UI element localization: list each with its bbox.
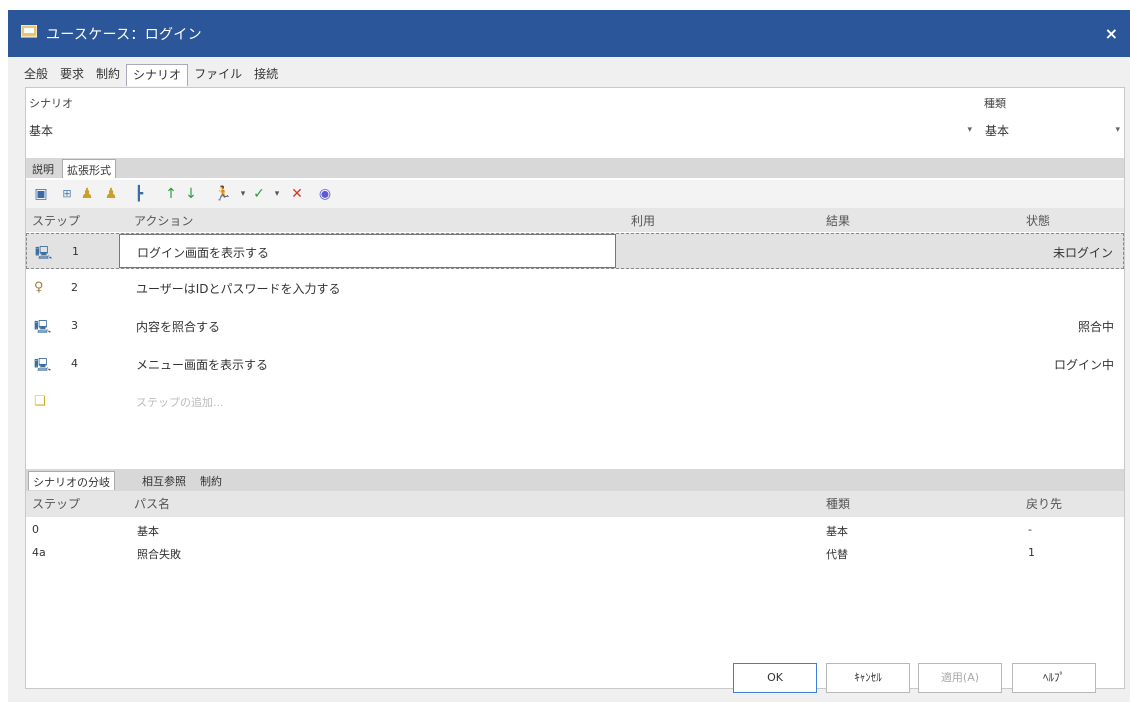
header-path-name: パス名 [134,497,171,511]
path-kind: 代替 [826,548,848,561]
usecase-app-icon [21,25,37,38]
tab-files[interactable]: ファイル [188,64,248,86]
header-step: ステップ [32,497,81,511]
table-row[interactable]: ♀ 2 ユーザーはIDとパスワードを入力する [26,270,1124,306]
steps-table-header: ステップ アクション 利用 結果 状態 [26,208,1124,232]
add-step-placeholder: ステップの追加... [136,396,224,409]
steps-toolbar: ▣ ⊞ ♟ ♟ ┣ ↑ ↓ 🏃 ▾ ✓ ▾ ✕ ◉ [26,180,1124,208]
step-state: ログイン中 [1053,358,1114,372]
step-number: 1 [72,245,79,258]
remove-user-icon[interactable]: ♟ [102,185,120,203]
save-icon[interactable]: ▣ [32,185,50,203]
sub-tabs: 説明 拡張形式 [26,158,1124,178]
system-icon: 🖳 [34,320,52,335]
scenario-value: 基本 [29,124,54,138]
path-step: 4a [32,546,46,559]
add-user-icon[interactable]: ♟ [78,185,96,203]
tab-extended-format[interactable]: 拡張形式 [62,159,116,178]
title-bar: ユースケース：ログイン × [8,10,1130,57]
path-name: 基本 [137,525,159,538]
tab-connections[interactable]: 接続 [248,64,284,86]
table-row[interactable]: 0 基本 基本 - [26,520,1124,542]
path-return: 1 [1028,546,1035,559]
top-tabs: 全般 要求 制約 シナリオ ファイル 接続 [18,64,284,86]
system-icon: 🖳 [35,246,53,261]
system-icon: 🖳 [34,358,52,373]
delete-icon[interactable]: ✕ [288,185,306,203]
tab-general[interactable]: 全般 [18,64,54,86]
kind-value: 基本 [985,124,1010,138]
kind-select[interactable]: 基本 ▾ [984,120,1124,140]
actor-icon[interactable]: 🏃 [214,185,232,203]
step-action: ユーザーはIDとパスワードを入力する [136,282,341,296]
circle-icon[interactable]: ◉ [316,185,334,203]
chevron-down-icon: ▾ [967,125,972,135]
path-name: 照合失敗 [137,548,181,561]
hierarchy-icon[interactable]: ┣ [130,185,148,203]
step-state: 未ログイン [1052,246,1113,260]
header-step: ステップ [32,214,81,228]
tab-scenario-branches[interactable]: シナリオの分岐 [28,471,115,490]
table-row[interactable]: 🖳 1 ログイン画面を表示する 未ログイン [26,233,1124,269]
step-action: ログイン画面を表示する [137,246,270,260]
kind-label: 種類 [984,97,1006,110]
path-step: 0 [32,523,39,536]
step-number: 4 [71,357,78,370]
step-action: メニュー画面を表示する [136,358,269,372]
header-result: 結果 [826,214,851,228]
add-step-row[interactable]: ❏ ステップの追加... [26,384,1124,420]
tab-description[interactable]: 説明 [28,159,58,178]
add-step-icon: ❏ [34,394,46,409]
move-down-icon[interactable]: ↓ [182,185,200,203]
bottom-tabs: シナリオの分岐 相互参照 制約 [26,469,1124,491]
chevron-down-icon: ▾ [1115,125,1120,135]
header-kind: 種類 [826,497,851,511]
window-title: ユースケース：ログイン [46,27,202,43]
table-row[interactable]: 4a 照合失敗 代替 1 [26,543,1124,565]
header-state: 状態 [1026,214,1051,228]
apply-button[interactable]: 適用(A) [918,663,1002,693]
tab-scenario[interactable]: シナリオ [126,64,189,86]
ok-button[interactable]: OK [733,663,817,693]
step-state: 照合中 [1077,320,1114,334]
help-button[interactable]: ﾍﾙﾌﾟ [1012,663,1096,693]
tab-cross-references[interactable]: 相互参照 [138,471,190,490]
cancel-button[interactable]: ｷｬﾝｾﾙ [826,663,910,693]
path-kind: 基本 [826,525,848,538]
scenario-panel: シナリオ 基本 ▾ 種類 基本 ▾ 説明 拡張形式 ▣ ⊞ ♟ ♟ ┣ ↑ ↓ … [25,87,1125,689]
tab-requirements[interactable]: 要求 [54,64,90,86]
tab-constraints-bottom[interactable]: 制約 [196,471,226,490]
step-number: 2 [71,281,78,294]
header-return: 戻り先 [1026,497,1063,511]
paths-table-header: ステップ パス名 種類 戻り先 [26,491,1124,517]
dialog-body: 全般 要求 制約 シナリオ ファイル 接続 シナリオ 基本 ▾ 種類 基本 ▾ … [8,57,1130,702]
chevron-down-icon[interactable]: ▾ [268,185,286,203]
structure-icon[interactable]: ⊞ [58,185,76,203]
table-row[interactable]: 🖳 4 メニュー画面を表示する ログイン中 [26,346,1124,382]
step-action: 内容を照合する [136,320,221,334]
path-return: - [1028,523,1032,536]
move-up-icon[interactable]: ↑ [162,185,180,203]
tab-constraints[interactable]: 制約 [90,64,126,86]
scenario-label: シナリオ [29,97,73,110]
header-uses: 利用 [631,214,656,228]
header-action: アクション [134,214,194,228]
check-icon[interactable]: ✓ [250,185,268,203]
user-icon: ♀ [34,280,44,295]
step-number: 3 [71,319,78,332]
scenario-select[interactable]: 基本 ▾ [28,120,976,140]
table-row[interactable]: 🖳 3 内容を照合する 照合中 [26,308,1124,344]
close-icon[interactable]: × [1105,24,1118,43]
